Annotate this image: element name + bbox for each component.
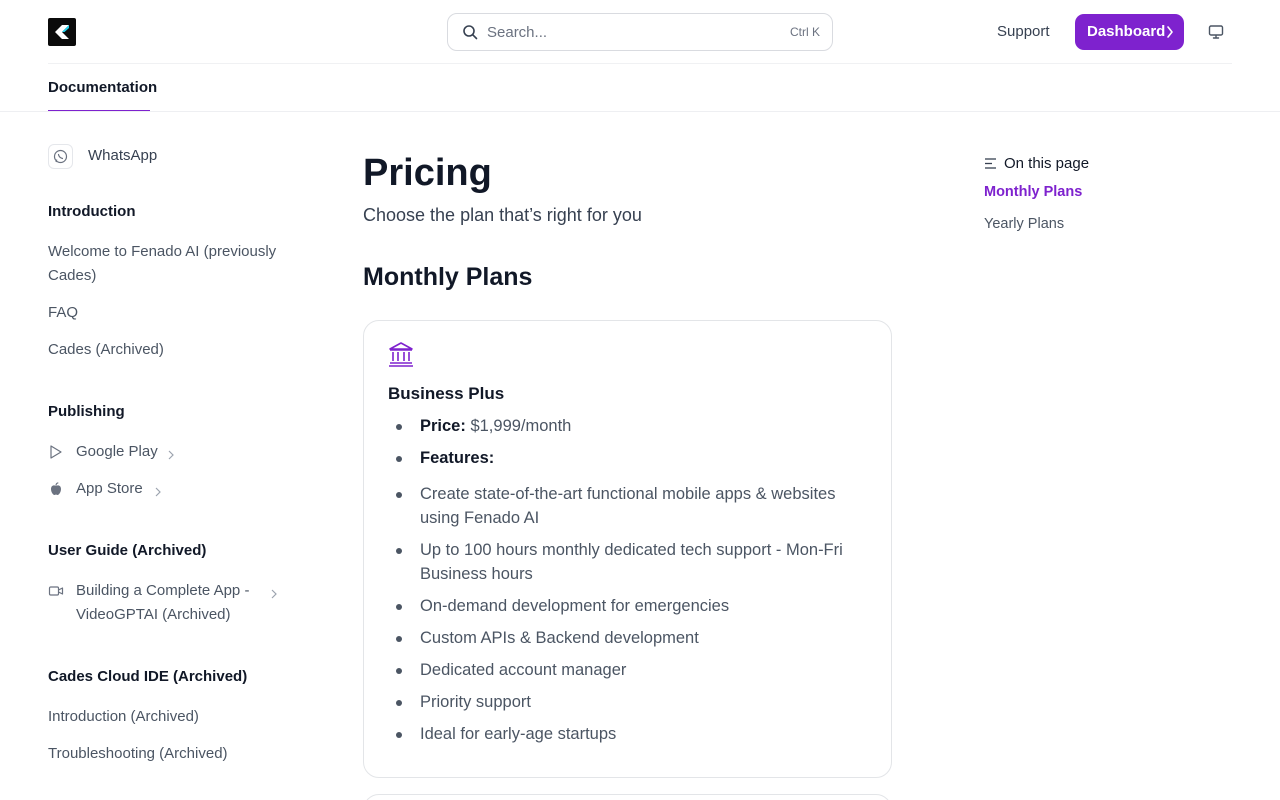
sidebar-item-cades-archived[interactable]: Cades (Archived) bbox=[48, 338, 164, 362]
feature-item: Ideal for early-age startups bbox=[420, 725, 617, 743]
sidebar-item-introduction-archived[interactable]: Introduction (Archived) bbox=[48, 705, 199, 729]
feature-item: On-demand development for emergencies bbox=[420, 597, 730, 615]
chevron-right-icon[interactable] bbox=[271, 586, 277, 599]
bank-icon bbox=[388, 341, 414, 367]
toc-title: On this page bbox=[1004, 155, 1090, 172]
bullet bbox=[396, 492, 402, 498]
bullet bbox=[396, 732, 402, 738]
sidebar-item-troubleshooting-archived[interactable]: Troubleshooting (Archived) bbox=[48, 742, 228, 766]
plan-features-label: Features: bbox=[420, 446, 494, 470]
search-icon bbox=[462, 24, 478, 40]
sidebar-item-app-store[interactable]: App Store bbox=[76, 477, 143, 501]
bullet bbox=[396, 668, 402, 674]
support-link[interactable]: Support bbox=[997, 23, 1050, 40]
video-camera-icon bbox=[48, 583, 64, 599]
sidebar-heading-user-guide: User Guide (Archived) bbox=[48, 542, 207, 559]
feature-item: Priority support bbox=[420, 693, 531, 711]
sidebar-item-building-app[interactable]: Building a Complete App - VideoGPTAI (Ar… bbox=[76, 579, 261, 627]
page-title: Pricing bbox=[363, 152, 492, 194]
whatsapp-icon bbox=[48, 144, 73, 169]
features-label: Features: bbox=[420, 449, 495, 467]
feature-item: Create state-of-the-art functional mobil… bbox=[420, 485, 836, 527]
toc-item-monthly-plans[interactable]: Monthly Plans bbox=[984, 184, 1082, 200]
monitor-icon[interactable] bbox=[1207, 23, 1225, 41]
tab-documentation[interactable]: Documentation bbox=[48, 79, 157, 96]
bullet bbox=[396, 424, 402, 430]
sidebar-heading-cloud-ide: Cades Cloud IDE (Archived) bbox=[48, 668, 248, 685]
bullet bbox=[396, 456, 402, 462]
play-icon bbox=[48, 444, 64, 460]
bullet bbox=[396, 700, 402, 706]
plan-card-next bbox=[363, 794, 892, 800]
sidebar-item-whatsapp[interactable]: WhatsApp bbox=[88, 144, 157, 168]
chevron-right-icon[interactable] bbox=[168, 447, 174, 460]
price-value: $1,999/month bbox=[470, 417, 572, 435]
bullet bbox=[396, 636, 402, 642]
plan-card-business-plus: Business Plus Price: $1,999/month Featur… bbox=[363, 320, 892, 778]
sidebar-item-faq[interactable]: FAQ bbox=[48, 301, 78, 325]
sidebar-heading-introduction: Introduction bbox=[48, 203, 136, 220]
apple-icon bbox=[48, 481, 64, 497]
search-shortcut-hint: Ctrl K bbox=[790, 25, 820, 39]
sidebar-item-welcome[interactable]: Welcome to Fenado AI (previously Cades) bbox=[48, 240, 298, 288]
section-title-monthly-plans: Monthly Plans bbox=[363, 263, 533, 291]
feature-item: Up to 100 hours monthly dedicated tech s… bbox=[420, 541, 843, 583]
price-label: Price: bbox=[420, 417, 466, 435]
chevron-right-icon bbox=[1166, 25, 1174, 39]
dashboard-button-label: Dashboard bbox=[1087, 23, 1166, 40]
top-header: Search... Ctrl K Support Dashboard bbox=[0, 0, 1280, 64]
page-subtitle: Choose the plan that’s right for you bbox=[363, 205, 642, 225]
tabbar-divider bbox=[0, 111, 1280, 112]
header-divider bbox=[48, 63, 1232, 64]
bullet bbox=[396, 548, 402, 554]
chevron-right-icon[interactable] bbox=[155, 484, 161, 497]
toc-item-yearly-plans[interactable]: Yearly Plans bbox=[984, 216, 1064, 232]
bullet bbox=[396, 604, 402, 610]
plan-name: Business Plus bbox=[388, 384, 505, 403]
feature-item: Custom APIs & Backend development bbox=[420, 629, 699, 647]
sidebar-heading-publishing: Publishing bbox=[48, 403, 125, 420]
search-placeholder: Search... bbox=[487, 24, 548, 41]
list-icon bbox=[984, 157, 997, 170]
feature-item: Dedicated account manager bbox=[420, 661, 627, 679]
dashboard-button[interactable]: Dashboard bbox=[1075, 14, 1184, 50]
sidebar-item-google-play[interactable]: Google Play bbox=[76, 440, 158, 464]
fenado-logo-icon[interactable] bbox=[48, 18, 76, 46]
plan-price: Price: $1,999/month bbox=[420, 414, 571, 438]
search-input[interactable]: Search... Ctrl K bbox=[447, 13, 833, 51]
